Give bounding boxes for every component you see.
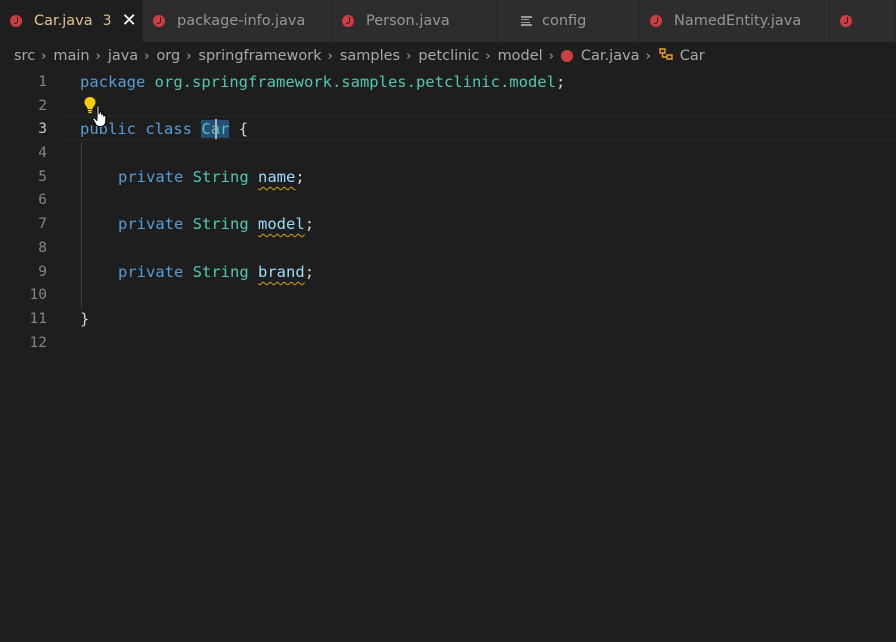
line-number: 5 (38, 169, 47, 185)
java-file-icon (840, 15, 852, 27)
problems-badge: 3 (102, 13, 112, 29)
line-number: 8 (38, 240, 47, 256)
code-text: private String model; (118, 212, 314, 236)
hand-pointer-cursor (92, 104, 110, 128)
chevron-right-icon: › (144, 48, 150, 64)
code-line: 3 public class Car { (0, 117, 896, 141)
breadcrumb-item-samples[interactable]: samples (340, 48, 400, 64)
code-text: private String brand; (118, 260, 314, 284)
punctuation-token: ; (555, 73, 566, 91)
chevron-right-icon: › (186, 48, 192, 64)
keyword-token: private (118, 168, 184, 186)
breadcrumb-item-petclinic[interactable]: petclinic (418, 48, 479, 64)
type-token: String (192, 215, 249, 233)
code-line: 9 private String brand; (0, 260, 896, 284)
java-file-icon (153, 15, 165, 27)
field-name-token: model (258, 215, 305, 233)
line-number: 7 (38, 216, 47, 232)
breadcrumb-item-model[interactable]: model (498, 48, 543, 64)
code-line: 1 package org.springframework.samples.pe… (0, 70, 896, 94)
field-name-token: name (258, 168, 296, 186)
line-number: 10 (29, 287, 47, 303)
code-line: 4 (0, 141, 896, 165)
keyword-token: package (80, 73, 146, 91)
breadcrumb-item-src[interactable]: src (14, 48, 35, 64)
punctuation-token: ; (304, 263, 315, 281)
code-text: } (80, 307, 89, 331)
java-file-icon (560, 50, 573, 62)
punctuation-token: { (238, 120, 249, 138)
type-token: String (192, 168, 249, 186)
tab-overflow[interactable] (830, 0, 896, 42)
line-number: 6 (38, 192, 47, 208)
breadcrumb-item-java[interactable]: java (108, 48, 138, 64)
tab-label: Car.java (34, 13, 93, 29)
breadcrumb-item-car-java[interactable]: Car.java (581, 48, 640, 64)
tab-label: package-info.java (177, 13, 306, 29)
breadcrumb: src › main › java › org › springframewor… (0, 42, 896, 70)
code-line: 8 (0, 236, 896, 260)
chevron-right-icon: › (327, 48, 333, 64)
close-icon[interactable]: ✕ (122, 12, 137, 30)
line-number: 12 (29, 335, 47, 351)
breadcrumb-item-springframework[interactable]: springframework (198, 48, 321, 64)
code-line: 2 (0, 94, 896, 118)
breadcrumb-item-org[interactable]: org (156, 48, 180, 64)
code-line: 5 private String name; (0, 165, 896, 189)
text-cursor (215, 119, 217, 139)
line-number: 9 (38, 264, 47, 280)
code-line: 12 (0, 331, 896, 355)
punctuation-token: ; (304, 215, 315, 233)
tab-car-java[interactable]: Car.java 3 ✕ (0, 0, 143, 42)
line-number: 1 (38, 74, 47, 90)
code-text: private String name; (118, 165, 305, 189)
chevron-right-icon: › (41, 48, 47, 64)
tab-package-info-java[interactable]: package-info.java (143, 0, 332, 42)
breadcrumb-item-car-class[interactable]: Car (680, 48, 705, 64)
tab-label: NamedEntity.java (674, 13, 802, 29)
keyword-token: class (145, 120, 193, 138)
code-line: 11 } (0, 307, 896, 331)
chevron-right-icon: › (406, 48, 412, 64)
code-line: 6 (0, 188, 896, 212)
editor-tab-bar: Car.java 3 ✕ package-info.java Person.ja… (0, 0, 896, 42)
chevron-right-icon: › (95, 48, 101, 64)
field-name-token: brand (258, 263, 305, 281)
keyword-token: private (118, 215, 184, 233)
tab-config[interactable]: config (497, 0, 640, 42)
code-editor[interactable]: 1 package org.springframework.samples.pe… (0, 70, 896, 642)
punctuation-token: ; (295, 168, 305, 186)
chevron-right-icon: › (485, 48, 491, 64)
config-file-icon (521, 15, 532, 27)
code-line: 10 (0, 283, 896, 307)
java-file-icon (10, 15, 22, 27)
symbol-class-icon (658, 47, 674, 65)
tab-person-java[interactable]: Person.java (332, 0, 497, 42)
punctuation-token: } (80, 310, 90, 328)
chevron-right-icon: › (548, 48, 554, 64)
package-name-token: org.springframework.samples.petclinic.mo… (154, 73, 556, 91)
line-number: 3 (38, 121, 47, 137)
line-number: 2 (38, 98, 47, 114)
type-token: String (192, 263, 249, 281)
code-text: package org.springframework.samples.petc… (80, 70, 565, 94)
keyword-token: private (118, 263, 184, 281)
java-file-icon (650, 15, 662, 27)
line-number: 11 (29, 311, 47, 327)
line-number: 4 (38, 145, 47, 161)
tab-label: config (542, 13, 587, 29)
tab-namedentity-java[interactable]: NamedEntity.java (640, 0, 830, 42)
breadcrumb-item-main[interactable]: main (53, 48, 89, 64)
java-file-icon (342, 15, 354, 27)
code-line: 7 private String model; (0, 212, 896, 236)
tab-label: Person.java (366, 13, 450, 29)
chevron-right-icon: › (645, 48, 651, 64)
